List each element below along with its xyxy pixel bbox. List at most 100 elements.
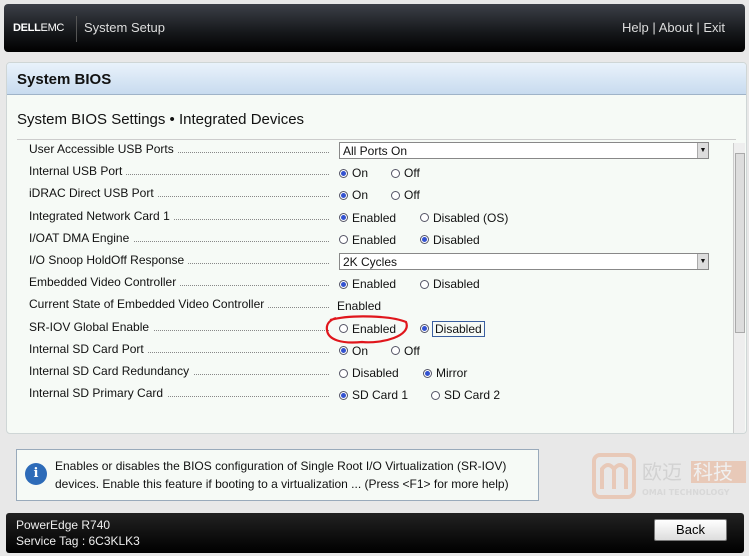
setting-row: I/OAT DMA Engine bbox=[29, 230, 329, 249]
radio-option[interactable]: Enabled bbox=[339, 209, 396, 227]
read-only-value: Enabled bbox=[337, 299, 382, 314]
radio-button[interactable] bbox=[339, 168, 348, 178]
setting-row: Integrated Network Card 1 bbox=[29, 208, 329, 227]
radio-button[interactable] bbox=[423, 368, 432, 378]
radio-option[interactable]: On bbox=[339, 164, 368, 182]
radio-button[interactable] bbox=[420, 324, 429, 334]
radio-option[interactable]: Disabled (OS) bbox=[420, 209, 508, 227]
radio-label: Mirror bbox=[436, 366, 468, 380]
setting-label: Integrated Network Card 1 bbox=[29, 208, 174, 223]
radio-option[interactable]: Disabled bbox=[420, 231, 480, 249]
panel-title: System BIOS bbox=[7, 63, 746, 95]
setting-label: Current State of Embedded Video Controll… bbox=[29, 297, 269, 312]
link-separator: | bbox=[696, 20, 700, 35]
setting-row: Internal USB Port bbox=[29, 164, 329, 182]
radio-button[interactable] bbox=[420, 213, 429, 223]
radio-label: Disabled (OS) bbox=[433, 210, 509, 225]
chevron-down-icon[interactable]: ▼ bbox=[697, 142, 708, 158]
setting-row: Internal SD Card Port bbox=[29, 341, 329, 360]
radio-label: Off bbox=[404, 188, 420, 203]
setting-row: User Accessible USB Ports bbox=[29, 142, 329, 160]
chevron-down-icon[interactable]: ▼ bbox=[697, 253, 708, 269]
radio-label: Enabled bbox=[352, 277, 397, 292]
about-link[interactable]: About bbox=[659, 20, 693, 35]
red-annotation-circle bbox=[325, 315, 408, 344]
radio-button[interactable] bbox=[391, 346, 400, 356]
setting-label: Internal SD Card Redundancy bbox=[29, 364, 194, 378]
radio-button[interactable] bbox=[339, 346, 348, 356]
dropdown-value: All Ports On bbox=[343, 143, 408, 158]
setting-label: Embedded Video Controller bbox=[29, 275, 181, 290]
dropdown-select[interactable]: 2K Cycles ▼ bbox=[339, 252, 709, 270]
scrollbar[interactable] bbox=[733, 143, 745, 433]
page-subtitle: System BIOS Settings • Integrated Device… bbox=[17, 111, 305, 128]
top-bar: DELLEMC System Setup Help | About | Exit bbox=[4, 4, 745, 52]
scroll-thumb[interactable] bbox=[735, 153, 745, 333]
radio-label: Disabled bbox=[432, 320, 485, 337]
radio-option[interactable]: Disabled bbox=[420, 320, 485, 338]
radio-label: Disabled bbox=[433, 232, 480, 247]
setting-row: I/O Snoop HoldOff Response bbox=[29, 253, 329, 271]
radio-button[interactable] bbox=[339, 213, 348, 223]
radio-button[interactable] bbox=[339, 390, 348, 400]
setting-label: I/OAT DMA Engine bbox=[29, 230, 134, 245]
setting-row: Internal SD Card Redundancy bbox=[29, 364, 329, 382]
radio-label: Off bbox=[404, 166, 420, 181]
model-name: PowerEdge R740 bbox=[16, 518, 111, 532]
setting-label: User Accessible USB Ports bbox=[29, 142, 178, 156]
radio-label: SD Card 2 bbox=[444, 388, 501, 403]
info-icon: i bbox=[25, 463, 47, 485]
divider bbox=[17, 139, 736, 140]
radio-option[interactable]: Enabled bbox=[339, 231, 396, 249]
link-separator: | bbox=[652, 20, 656, 35]
back-button[interactable]: Back bbox=[654, 519, 727, 541]
radio-option[interactable]: SD Card 2 bbox=[431, 386, 500, 404]
dell-emc-logo: DELLEMC bbox=[13, 22, 65, 34]
help-text-line: devices. Enable this feature if booting … bbox=[55, 477, 509, 491]
dropdown-value: 2K Cycles bbox=[343, 254, 398, 269]
settings-panel: System BIOS System BIOS Settings • Integ… bbox=[6, 62, 747, 434]
help-link[interactable]: Help bbox=[622, 20, 649, 35]
service-tag: Service Tag : 6C3KLK3 bbox=[16, 534, 140, 548]
radio-option[interactable]: Disabled bbox=[339, 364, 399, 382]
radio-button[interactable] bbox=[420, 279, 429, 289]
setting-label: I/O Snoop HoldOff Response bbox=[29, 253, 189, 267]
radio-label: On bbox=[352, 166, 369, 181]
svg-text:欧迈: 欧迈 bbox=[642, 460, 682, 484]
setting-row: iDRAC Direct USB Port bbox=[29, 186, 329, 204]
radio-option[interactable]: Off bbox=[391, 164, 420, 182]
setting-row: SR-IOV Global Enable bbox=[29, 319, 329, 338]
radio-option[interactable]: Mirror bbox=[423, 364, 467, 382]
radio-button[interactable] bbox=[339, 190, 348, 200]
radio-button[interactable] bbox=[431, 390, 440, 400]
dropdown-select[interactable]: All Ports On ▼ bbox=[339, 141, 709, 159]
radio-option[interactable]: Enabled bbox=[339, 275, 396, 293]
radio-button[interactable] bbox=[420, 235, 429, 245]
exit-link[interactable]: Exit bbox=[703, 20, 725, 35]
radio-option[interactable]: Off bbox=[391, 186, 420, 204]
radio-button[interactable] bbox=[339, 279, 348, 289]
header-links: Help | About | Exit bbox=[622, 20, 725, 35]
radio-option[interactable]: On bbox=[339, 186, 368, 204]
setting-label: Internal SD Primary Card bbox=[29, 386, 168, 401]
radio-option[interactable]: Disabled bbox=[420, 275, 480, 293]
radio-label: Enabled bbox=[352, 232, 397, 247]
radio-button[interactable] bbox=[391, 168, 400, 178]
footer: PowerEdge R740 Service Tag : 6C3KLK3 Bac… bbox=[6, 513, 744, 553]
radio-label: SD Card 1 bbox=[352, 388, 409, 403]
setting-row: Current State of Embedded Video Controll… bbox=[29, 297, 329, 315]
radio-button[interactable] bbox=[339, 235, 348, 245]
radio-label: On bbox=[352, 188, 369, 203]
divider bbox=[76, 16, 77, 42]
setting-row: Embedded Video Controller bbox=[29, 275, 329, 293]
radio-button[interactable] bbox=[339, 368, 348, 378]
setting-label: Internal SD Card Port bbox=[29, 341, 148, 356]
radio-option[interactable]: SD Card 1 bbox=[339, 386, 408, 404]
svg-text:科技: 科技 bbox=[693, 460, 733, 484]
setting-label: Internal USB Port bbox=[29, 164, 127, 179]
svg-text:OMAI TECHNOLOGY: OMAI TECHNOLOGY bbox=[642, 488, 730, 497]
help-text-line: Enables or disables the BIOS configurati… bbox=[55, 459, 507, 473]
radio-button[interactable] bbox=[391, 190, 400, 200]
app-title: System Setup bbox=[84, 20, 165, 35]
omai-watermark-logo: 欧迈 科技 OMAI TECHNOLOGY bbox=[592, 453, 746, 499]
